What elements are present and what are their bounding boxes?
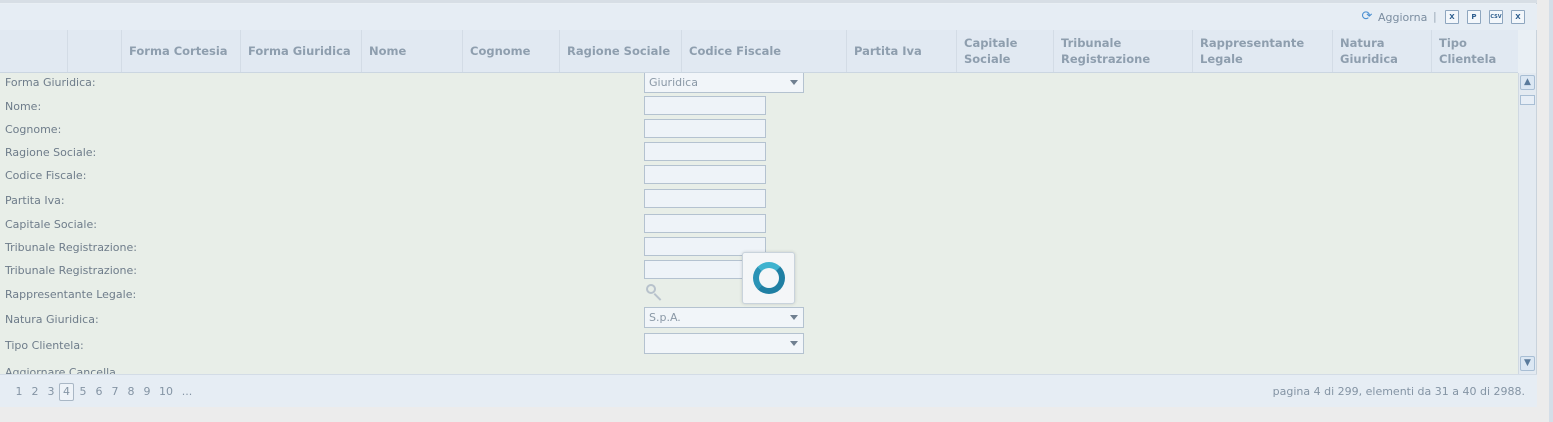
refresh-icon: ⟳ xyxy=(1361,9,1373,24)
column-header-cognome[interactable]: Cognome xyxy=(463,30,560,72)
search-icon-handle xyxy=(653,293,662,301)
field-label-rappresentante-legale: Rappresentante Legale: xyxy=(5,288,137,301)
excel-icon[interactable]: X xyxy=(1445,10,1459,24)
grid-panel: ⟳ Aggiorna | X P CSV X Forma Cortesia Fo… xyxy=(0,0,1537,407)
field-label-ragione-sociale: Ragione Sociale: xyxy=(5,146,97,159)
page-link-3[interactable]: 3 xyxy=(46,383,56,401)
forma-giuridica-selected: Giuridica xyxy=(649,76,698,89)
field-label-forma-giuridica: Forma Giuridica: xyxy=(5,76,96,89)
page-link-7[interactable]: 7 xyxy=(110,383,120,401)
loading-spinner-icon xyxy=(753,262,785,294)
page-link-6[interactable]: 6 xyxy=(94,383,104,401)
scroll-down-button[interactable]: ▼ xyxy=(1520,356,1535,371)
cognome-field[interactable] xyxy=(644,119,766,138)
scroll-thumb[interactable] xyxy=(1520,95,1535,105)
scroll-up-button[interactable]: ▲ xyxy=(1520,75,1535,90)
column-header-capitale-sociale[interactable]: Capitale Sociale xyxy=(957,30,1054,72)
xml-icon[interactable]: X xyxy=(1511,10,1525,24)
chevron-down-icon xyxy=(790,80,798,85)
field-label-tribunale-registrazione-2: Tribunale Registrazione: xyxy=(5,264,137,277)
field-label-tribunale-registrazione: Tribunale Registrazione: xyxy=(5,241,137,254)
loading-overlay xyxy=(742,252,795,304)
page-link-8[interactable]: 8 xyxy=(126,383,136,401)
page-link-4-current[interactable]: 4 xyxy=(59,383,74,401)
ragione-sociale-field[interactable] xyxy=(644,142,766,161)
field-label-cognome: Cognome: xyxy=(5,123,62,136)
column-header-partita-iva[interactable]: Partita Iva xyxy=(847,30,957,72)
grid-header: Forma Cortesia Forma Giuridica Nome Cogn… xyxy=(0,30,1518,73)
field-label-nome: Nome: xyxy=(5,100,42,113)
partita-iva-field[interactable] xyxy=(644,189,766,208)
pagination-info: pagina 4 di 299, elementi da 31 a 40 di … xyxy=(1272,385,1525,398)
page-link-9[interactable]: 9 xyxy=(142,383,152,401)
column-header-forma-cortesia[interactable]: Forma Cortesia xyxy=(122,30,241,72)
column-header-blank-1[interactable] xyxy=(0,30,68,72)
column-header-rappresentante-legale[interactable]: Rappresentante Legale xyxy=(1193,30,1333,72)
field-label-capitale-sociale: Capitale Sociale: xyxy=(5,218,97,231)
toolbar-separator: | xyxy=(1433,10,1437,23)
tipo-clientela-select[interactable] xyxy=(644,333,804,354)
column-header-tribunale-registrazione[interactable]: Tribunale Registrazione xyxy=(1054,30,1193,72)
window-edge xyxy=(1549,0,1553,422)
rappresentante-legale-lookup-button[interactable] xyxy=(646,284,664,302)
grid-toolbar: ⟳ Aggiorna | X P CSV X xyxy=(0,4,1537,30)
pdf-icon[interactable]: P xyxy=(1467,10,1481,24)
pagination-bar: 1 2 3 4 5 6 7 8 9 10 ... pagina 4 di 299… xyxy=(0,374,1537,407)
column-header-nome[interactable]: Nome xyxy=(362,30,463,72)
page-link-1[interactable]: 1 xyxy=(14,383,24,401)
page-link-more[interactable]: ... xyxy=(180,383,194,401)
row-edit-form: Forma Giuridica: Nome: Cognome: Ragione … xyxy=(0,73,1518,374)
page-link-10[interactable]: 10 xyxy=(158,383,174,401)
vertical-scrollbar[interactable]: ▲ ▼ xyxy=(1518,73,1536,374)
codice-fiscale-field[interactable] xyxy=(644,165,766,184)
page-link-5[interactable]: 5 xyxy=(78,383,88,401)
column-header-ragione-sociale[interactable]: Ragione Sociale xyxy=(560,30,682,72)
natura-giuridica-select[interactable]: S.p.A. xyxy=(644,307,804,328)
page-link-2[interactable]: 2 xyxy=(30,383,40,401)
natura-giuridica-selected: S.p.A. xyxy=(649,311,681,324)
column-header-natura-giuridica[interactable]: Natura Giuridica xyxy=(1333,30,1432,72)
field-label-codice-fiscale: Codice Fiscale: xyxy=(5,169,87,182)
form-actions[interactable]: Aggiornare Cancella xyxy=(5,366,116,374)
column-header-codice-fiscale[interactable]: Codice Fiscale xyxy=(682,30,847,72)
csv-icon[interactable]: CSV xyxy=(1489,10,1503,24)
capitale-sociale-field[interactable] xyxy=(644,214,766,233)
chevron-down-icon xyxy=(790,315,798,320)
column-header-tipo-clientela[interactable]: Tipo Clientela xyxy=(1432,30,1518,72)
field-label-natura-giuridica: Natura Giuridica: xyxy=(5,313,99,326)
refresh-label: Aggiorna xyxy=(1378,10,1428,24)
column-header-blank-2[interactable] xyxy=(68,30,122,72)
field-label-partita-iva: Partita Iva: xyxy=(5,194,65,207)
forma-giuridica-select[interactable]: Giuridica xyxy=(644,73,804,93)
field-label-tipo-clientela: Tipo Clientela: xyxy=(5,339,84,352)
top-border xyxy=(0,0,1537,3)
nome-field[interactable] xyxy=(644,96,766,115)
chevron-down-icon xyxy=(790,341,798,346)
column-header-forma-giuridica[interactable]: Forma Giuridica xyxy=(241,30,362,72)
refresh-button[interactable]: ⟳ Aggiorna xyxy=(1360,8,1428,26)
